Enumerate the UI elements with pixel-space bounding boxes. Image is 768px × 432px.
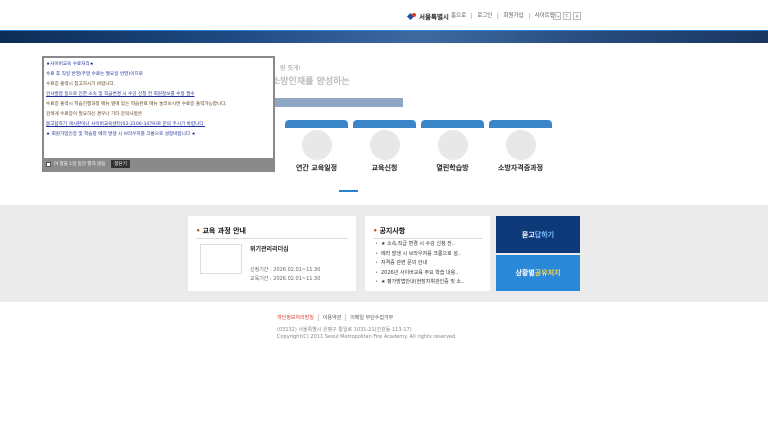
popup-body: ★사이버교육 수료처리★ 수료 후 직일 반영(주말 수료는 월요일 반영)이므… xyxy=(46,60,274,158)
logo-text: 서울특별시 xyxy=(419,13,449,21)
course-card-title: 교육 과정 안내 xyxy=(196,226,246,236)
notice-popup: ★사이버교육 수료처리★ 수료 후 직일 반영(주말 수료는 월요일 반영)이므… xyxy=(42,56,275,172)
study-icon xyxy=(438,130,468,160)
font-decrease-button[interactable]: T- xyxy=(563,12,571,20)
privacy-policy-link[interactable]: 개인정보처리방침 xyxy=(277,314,318,321)
quick-menu-open-study[interactable]: 열린학습방 xyxy=(421,128,484,180)
footer-links: 개인정보처리방침 이용약관 이메일 무단수집거부 xyxy=(277,314,397,321)
top-links: 홈으로 로그인 회원가입 사이트맵 xyxy=(446,13,560,19)
font-increase-button[interactable]: T+ xyxy=(553,12,561,20)
notice-item[interactable]: 에러 발생 시 브라우저를 크롬으로 설.. xyxy=(375,250,464,260)
card-divider xyxy=(373,238,483,239)
qa-label-highlight: 답하기 xyxy=(534,230,555,239)
popup-line: ★사이버교육 수료처리★ xyxy=(46,62,94,67)
apply-icon xyxy=(370,130,400,160)
login-link[interactable]: 로그인 xyxy=(471,13,497,19)
popup-line-link[interactable]: 인사발령 등으로 인한 소속 및 직급변경 시 수강 신청 전 회원정보를 수정… xyxy=(46,90,274,100)
font-reset-button[interactable]: A xyxy=(573,12,581,20)
popup-line: 수료증 출력시 참고하시기 바랍니다. xyxy=(46,82,116,87)
notice-card-title: 공지사항 xyxy=(373,226,405,236)
terms-link[interactable]: 이용약관 xyxy=(317,314,345,321)
notice-item[interactable]: ★ 평가방법안내(현장지휘관인증 및 소.. xyxy=(375,278,464,288)
popup-footer: 이 창을 1일 동안 열지 않음 창닫기 xyxy=(44,158,273,170)
certificate-icon xyxy=(506,130,536,160)
calendar-icon xyxy=(302,130,332,160)
counsel-label: 상황별 xyxy=(515,269,535,277)
popup-line: ★ 회원가입인증 및 학습창 에러 발생 시 브라우저를 크롬으로 설정바랍니다… xyxy=(46,132,196,137)
quick-menu-label: 열린학습방 xyxy=(436,164,469,172)
hide-today-label: 이 창을 1일 동안 열지 않음 xyxy=(54,162,106,167)
course-edu-period: 교육기간 : 2026.02.01~11.30 xyxy=(250,276,321,282)
popup-line: 수료증 출력시 학습진행과정 메뉴 옆에 있는 학습완료 메뉴 눌러보시면 수료… xyxy=(46,102,227,107)
footer-address: (03132) 서울특별시 은평구 통일로 1031-21(진관동 113-17… xyxy=(277,327,412,333)
font-size-controls: T+ T- A xyxy=(553,12,581,20)
notice-item[interactable]: ★ 소속,직급 변경 시 수강 신청 전.. xyxy=(375,240,464,250)
hide-today-checkbox[interactable] xyxy=(46,161,51,167)
quick-tab xyxy=(421,120,484,128)
qa-button[interactable]: 묻고 답하기 xyxy=(496,216,580,253)
hero-title: 소방인재를 양성하는 xyxy=(272,77,350,87)
popup-line: 수료 후 직일 반영(주말 수료는 월요일 반영)이므로 xyxy=(46,72,143,77)
course-apply-period: 신청기간 : 2026.02.01~11.30 xyxy=(250,267,321,273)
footer xyxy=(0,302,768,432)
home-link[interactable]: 홈으로 xyxy=(446,13,471,19)
notice-item[interactable]: 2026년 사이버교육 주요 학습 내용.. xyxy=(375,269,464,279)
notice-card: 공지사항 ★ 소속,직급 변경 시 수강 신청 전.. 에러 발생 시 브라우저… xyxy=(365,216,490,291)
course-name[interactable]: 위기관리리더십 xyxy=(250,244,289,253)
card-divider xyxy=(196,238,348,239)
hero-subtitle: 람 짓게! xyxy=(280,65,301,72)
quick-menu: 연간 교육일정 교육신청 열린학습방 소방자격증과정 xyxy=(285,128,552,180)
quick-menu-label: 소방자격증과정 xyxy=(497,164,544,172)
quick-menu-annual-schedule[interactable]: 연간 교육일정 xyxy=(285,128,348,180)
qa-label: 묻고 xyxy=(521,230,535,239)
notice-list: ★ 소속,직급 변경 시 수강 신청 전.. 에러 발생 시 브라우저를 크롬으… xyxy=(375,240,464,288)
popup-line-link[interactable]: 묻고답하기 게시판이나 사이버교육센터(02-2106-3479)로 문의 주시… xyxy=(46,120,274,130)
notice-item[interactable]: 자격증 관련 문의 안내 xyxy=(375,259,464,269)
signup-link[interactable]: 회원가입 xyxy=(497,13,528,19)
seoul-logo-icon xyxy=(408,12,417,21)
quick-menu-apply[interactable]: 교육신청 xyxy=(353,128,416,180)
email-policy-link[interactable]: 이메일 무단수집거부 xyxy=(345,314,397,321)
course-card: 교육 과정 안내 위기관리리더십 신청기간 : 2026.02.01~11.30… xyxy=(188,216,356,291)
course-thumbnail[interactable] xyxy=(200,244,242,274)
top-bar: 서울특별시 홈으로 로그인 회원가입 사이트맵 T+ T- A xyxy=(0,0,768,30)
hero-banner-bar xyxy=(272,98,403,107)
quick-tab xyxy=(353,120,416,128)
quick-menu-label: 연간 교육일정 xyxy=(295,164,338,172)
popup-line: 검색게 수료증이 필요하신 경우나 기타 문의사항은 xyxy=(46,112,143,117)
quick-menu-certificate[interactable]: 소방자격증과정 xyxy=(489,128,552,180)
quick-menu-label: 교육신청 xyxy=(371,164,398,172)
site-logo[interactable]: 서울특별시 xyxy=(408,11,449,21)
footer-copyright: Copyright(C) 2011 Seoul Metropolitan Fir… xyxy=(277,334,457,340)
counsel-button[interactable]: 상황별 공유처지 xyxy=(496,255,580,291)
popup-close-button[interactable]: 창닫기 xyxy=(111,160,130,168)
section-underline xyxy=(339,190,358,192)
counsel-label-highlight: 공유처지 xyxy=(534,269,561,277)
quick-tab xyxy=(489,120,552,128)
quick-menu-tabs xyxy=(285,120,552,128)
nav-banner xyxy=(0,30,768,43)
quick-tab xyxy=(285,120,348,128)
